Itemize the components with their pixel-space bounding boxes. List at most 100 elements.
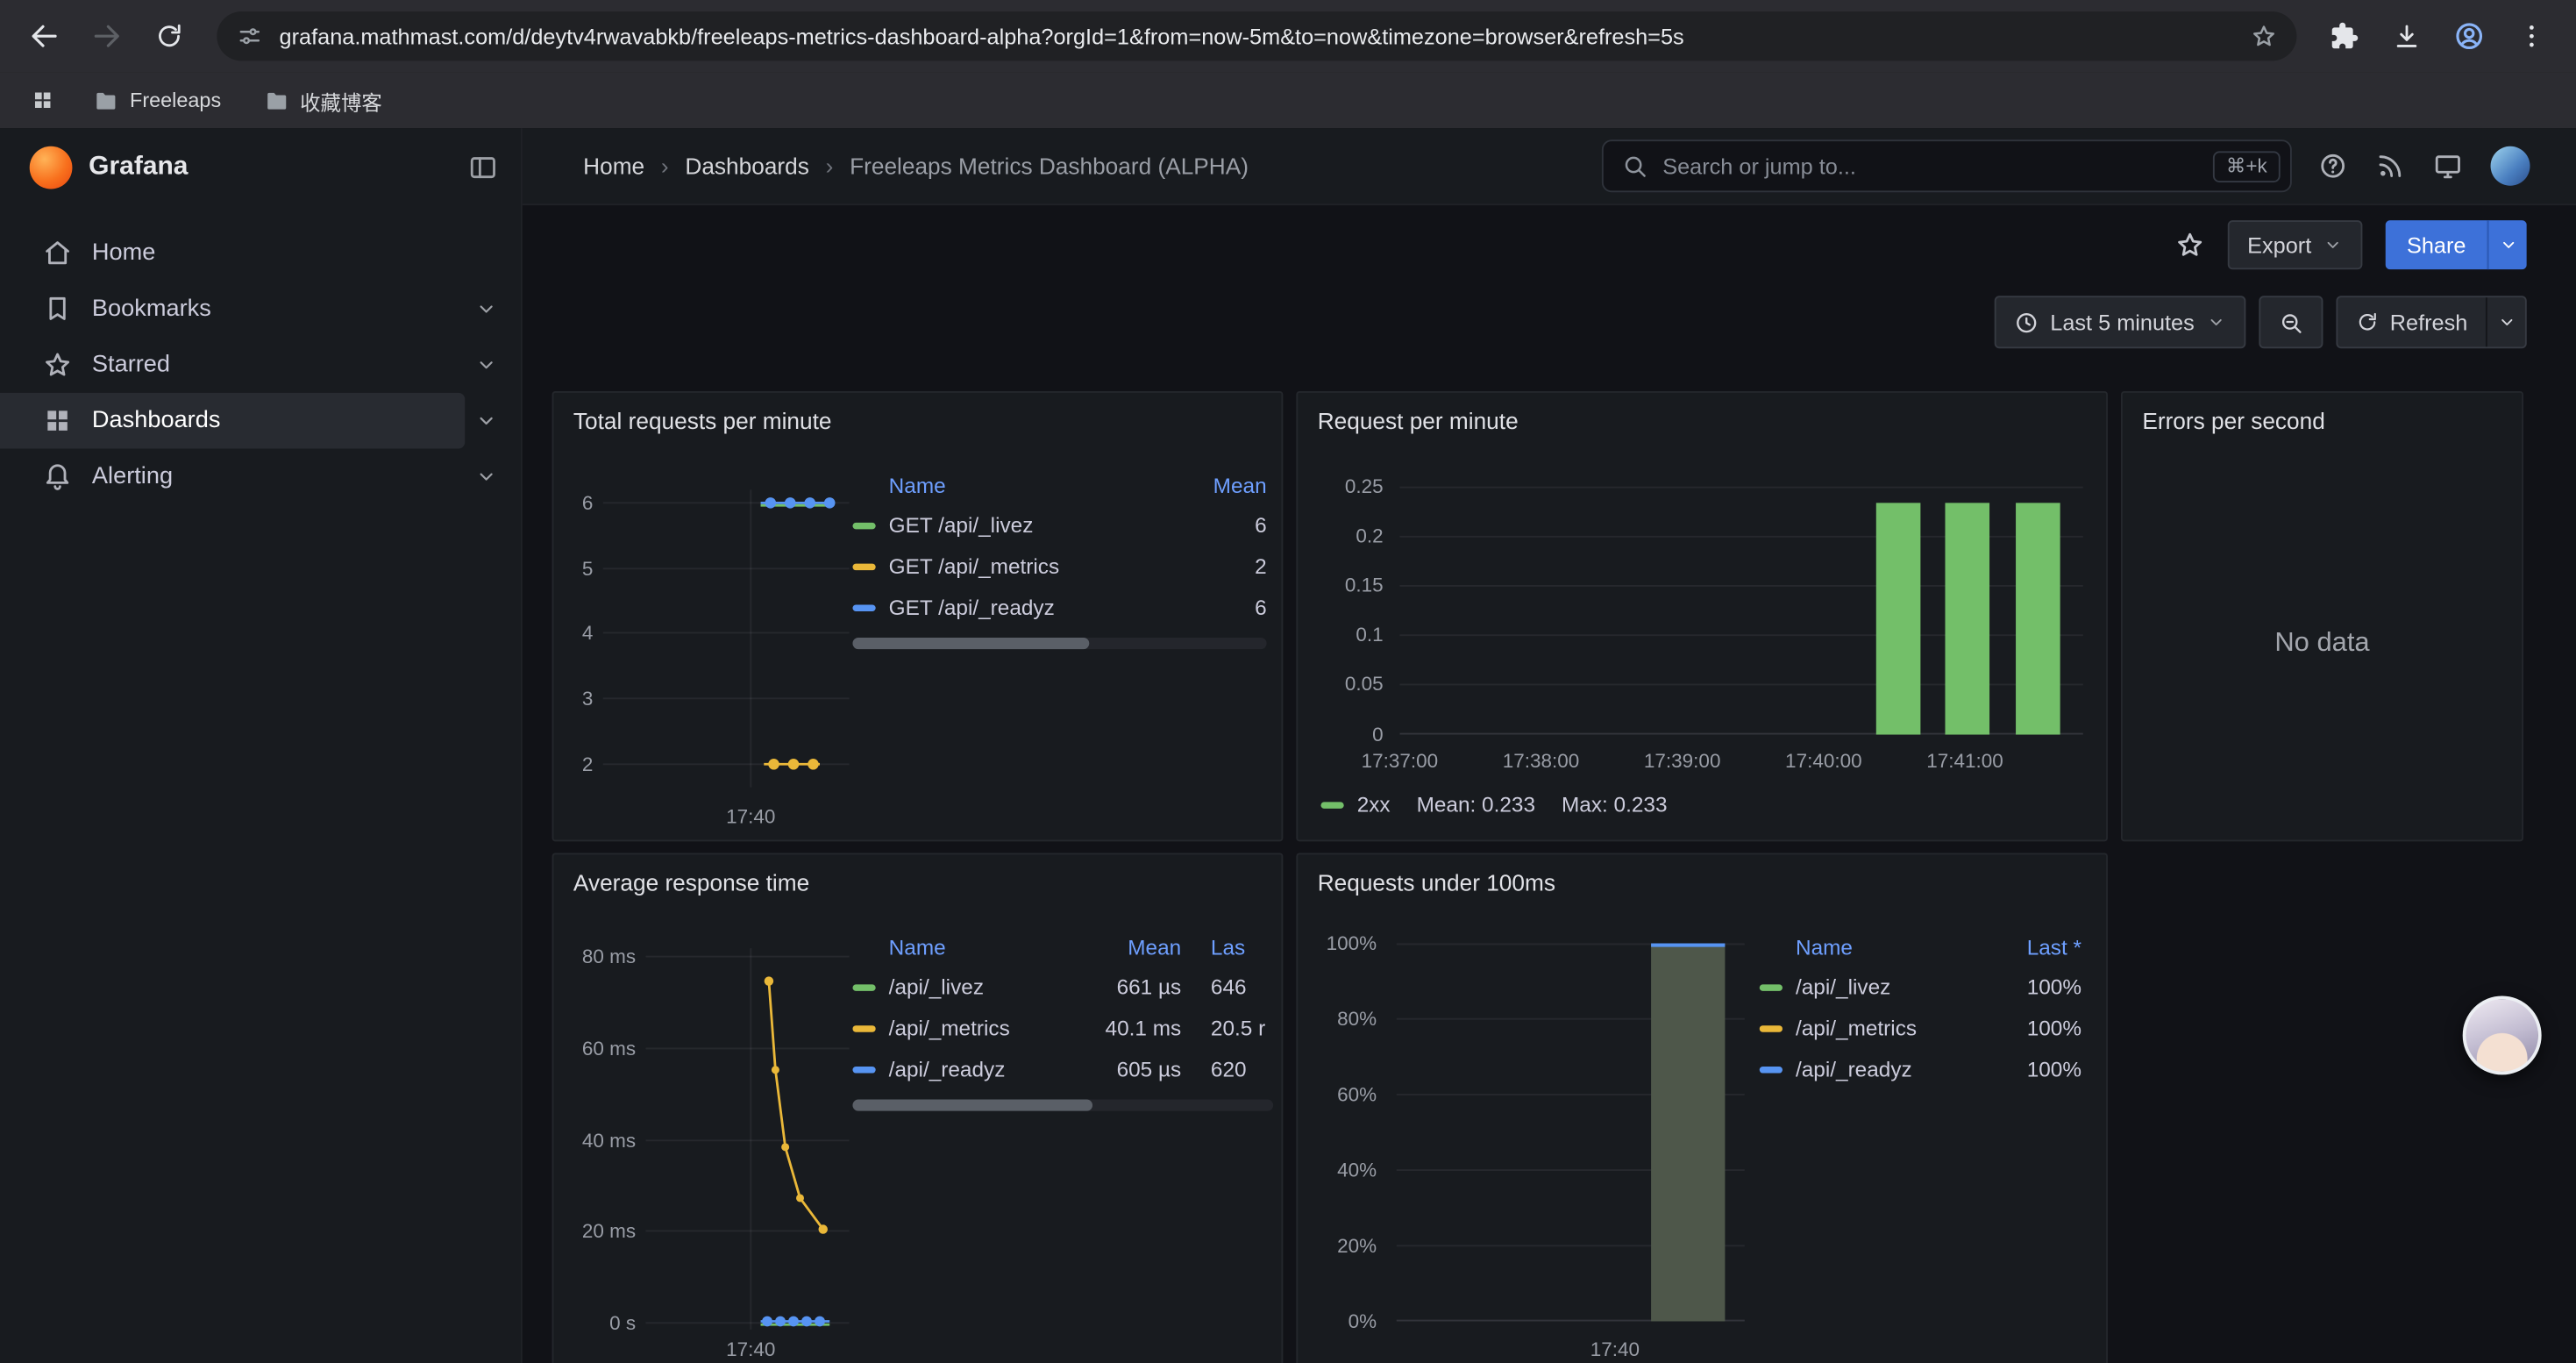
- series-mean: 661 µs: [1086, 974, 1182, 999]
- series-name[interactable]: /api/_readyz: [1796, 1057, 1973, 1081]
- forward-button[interactable]: [79, 8, 135, 64]
- expand-starred-button[interactable]: [465, 353, 508, 376]
- panel-requests-under-100ms: Requests under 100ms 100% 80% 60% 40% 20…: [1296, 853, 2108, 1363]
- panel-title[interactable]: Request per minute: [1318, 408, 1519, 434]
- legend-row[interactable]: /api/_readyz 100%: [1760, 1048, 2081, 1089]
- series-name[interactable]: /api/_metrics: [1796, 1016, 1973, 1040]
- chevron-down-icon: [2498, 235, 2517, 254]
- downloads-button[interactable]: [2379, 8, 2435, 64]
- series-max: Max: 0.233: [1562, 792, 1668, 817]
- legend-col-name[interactable]: Name: [889, 934, 1073, 959]
- series-name[interactable]: GET /api/_livez: [889, 513, 1158, 538]
- dock-sidebar-icon: [468, 152, 498, 182]
- refresh-interval-dropdown[interactable]: [2486, 297, 2525, 346]
- user-avatar[interactable]: [2491, 146, 2530, 186]
- bell-icon: [43, 462, 73, 492]
- legend-col-last[interactable]: Las: [1194, 934, 1273, 959]
- series-name[interactable]: GET /api/_readyz: [889, 595, 1158, 619]
- chevron-down-icon: [2496, 312, 2516, 332]
- breadcrumb-dashboards[interactable]: Dashboards: [685, 153, 808, 179]
- topnav-icons: [2318, 146, 2530, 186]
- legend-row[interactable]: GET /api/_metrics 2: [852, 546, 1266, 587]
- expand-dashboards-button[interactable]: [465, 410, 508, 432]
- panel-title[interactable]: Total requests per minute: [573, 408, 832, 434]
- nav-row: Bookmarks: [0, 281, 521, 337]
- share-button[interactable]: Share: [2386, 220, 2487, 269]
- zoom-out-time-button[interactable]: [2259, 296, 2323, 348]
- bookmark-folder-freeleaps[interactable]: Freeleaps: [79, 82, 236, 119]
- refresh-button[interactable]: Refresh: [2338, 297, 2486, 346]
- main-area: Home › Dashboards › Freeleaps Metrics Da…: [523, 128, 2576, 1363]
- screen: grafana.mathmast.com/d/deytv4rwavabkb/fr…: [0, 0, 2576, 1363]
- sidebar-item-home[interactable]: Home: [0, 225, 508, 282]
- sidebar-item-alerting[interactable]: Alerting: [0, 449, 465, 505]
- legend-row[interactable]: GET /api/_livez 6: [852, 504, 1266, 546]
- legend-row[interactable]: /api/_metrics 40.1 ms 20.5 r: [852, 1008, 1273, 1049]
- dashboard-canvas: Export Share Last 5 minutes: [523, 205, 2576, 1363]
- apps-grid-button[interactable]: [19, 79, 65, 122]
- browser-window: grafana.mathmast.com/d/deytv4rwavabkb/fr…: [0, 0, 2576, 1363]
- sidebar-item-bookmarks[interactable]: Bookmarks: [0, 281, 465, 337]
- series-name[interactable]: /api/_livez: [1796, 974, 1973, 999]
- panel-title[interactable]: Requests under 100ms: [1318, 869, 1555, 896]
- floating-assistant-avatar[interactable]: [2463, 995, 2542, 1074]
- panel-title[interactable]: Errors per second: [2142, 408, 2325, 434]
- bookmark-star-icon[interactable]: [2251, 23, 2277, 49]
- sidebar-item-dashboards[interactable]: Dashboards: [0, 393, 465, 449]
- legend-col-name[interactable]: Name: [1796, 934, 1973, 959]
- scrollbar-thumb[interactable]: [852, 638, 1088, 649]
- chevron-down-icon: [475, 465, 498, 488]
- kiosk-mode-button[interactable]: [2433, 151, 2463, 181]
- series-name[interactable]: /api/_livez: [889, 974, 1073, 999]
- y-tick: 4: [553, 621, 593, 644]
- x-tick: 17:40:00: [1775, 749, 1873, 772]
- series-name[interactable]: GET /api/_metrics: [889, 553, 1158, 578]
- series-last: 20.5 r: [1194, 1016, 1273, 1040]
- series-name[interactable]: 2xx: [1357, 792, 1391, 817]
- browser-menu-button[interactable]: [2504, 8, 2560, 64]
- reload-button[interactable]: [141, 8, 197, 64]
- legend-row[interactable]: /api/_livez 100%: [1760, 967, 2081, 1008]
- browser-profile-button[interactable]: [2441, 8, 2497, 64]
- legend-scrollbar[interactable]: [852, 1100, 1273, 1111]
- grafana-logo[interactable]: [30, 146, 73, 189]
- legend-row[interactable]: /api/_livez 661 µs 646: [852, 967, 1273, 1008]
- sidebar-toggle-button[interactable]: [468, 152, 498, 182]
- news-button[interactable]: [2375, 151, 2405, 181]
- legend-row[interactable]: /api/_readyz 605 µs 620: [852, 1048, 1273, 1089]
- share-dropdown-button[interactable]: [2487, 220, 2527, 269]
- url-text[interactable]: grafana.mathmast.com/d/deytv4rwavabkb/fr…: [280, 24, 2235, 48]
- breadcrumb-separator: ›: [826, 153, 834, 179]
- breadcrumb-home[interactable]: Home: [583, 153, 644, 179]
- expand-bookmarks-button[interactable]: [465, 297, 508, 320]
- panel-title[interactable]: Average response time: [573, 869, 809, 896]
- url-bar[interactable]: grafana.mathmast.com/d/deytv4rwavabkb/fr…: [217, 11, 2296, 61]
- series-name[interactable]: /api/_readyz: [889, 1057, 1073, 1081]
- legend-col-mean[interactable]: Mean: [1171, 473, 1267, 497]
- sidebar-item-starred[interactable]: Starred: [0, 337, 465, 393]
- extensions-button[interactable]: [2316, 8, 2373, 64]
- scrollbar-thumb[interactable]: [852, 1100, 1092, 1111]
- legend-row[interactable]: GET /api/_readyz 6: [852, 587, 1266, 628]
- legend-scrollbar[interactable]: [852, 638, 1266, 649]
- help-button[interactable]: [2318, 151, 2348, 181]
- export-button[interactable]: Export: [2228, 220, 2363, 269]
- back-button[interactable]: [17, 8, 73, 64]
- legend-col-name[interactable]: Name: [889, 473, 1158, 497]
- sidebar-item-label: Dashboards: [92, 408, 221, 434]
- legend-col-mean[interactable]: Mean: [1086, 934, 1182, 959]
- bookmark-folder-blogs[interactable]: 收藏博客: [249, 78, 397, 123]
- site-settings-icon[interactable]: [237, 23, 263, 49]
- x-tick: 17:40: [701, 805, 800, 828]
- legend-row[interactable]: /api/_metrics 100%: [1760, 1008, 2081, 1049]
- expand-alerting-button[interactable]: [465, 465, 508, 488]
- bookmarks-bar: Freeleaps 收藏博客: [0, 72, 2576, 128]
- search-icon: [1621, 153, 1647, 179]
- dashboards-grid-icon: [43, 406, 73, 436]
- time-range-picker[interactable]: Last 5 minutes: [1995, 296, 2245, 348]
- legend-col-last[interactable]: Last *: [1986, 934, 2081, 959]
- search-input[interactable]: Search or jump to... ⌘+k: [1602, 139, 2292, 192]
- y-tick: 0 s: [553, 1311, 636, 1334]
- series-name[interactable]: /api/_metrics: [889, 1016, 1073, 1040]
- favorite-dashboard-button[interactable]: [2175, 230, 2205, 260]
